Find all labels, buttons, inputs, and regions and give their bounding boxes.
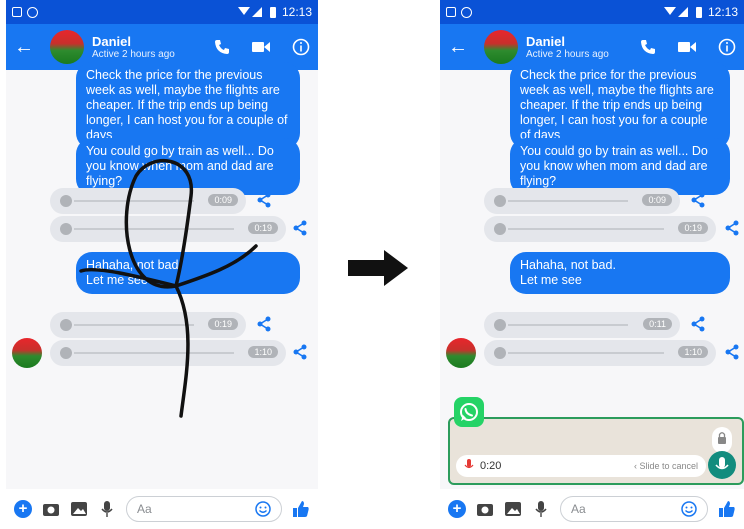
voice-message[interactable]: 0:19 <box>484 216 716 242</box>
plus-icon[interactable]: + <box>14 500 32 518</box>
right-phone-screen: 12:13 ← Daniel Active 2 hours ago Check … <box>440 0 744 529</box>
play-icon[interactable] <box>60 347 72 359</box>
transition-arrow <box>348 250 408 286</box>
input-placeholder: Aa <box>137 502 152 516</box>
video-call-icon[interactable] <box>678 40 696 54</box>
messenger-notification-icon <box>27 6 38 18</box>
voice-duration: 0:19 <box>678 222 708 234</box>
messenger-notification-icon <box>461 6 472 18</box>
message-text: You could go by train as well... Do you … <box>520 144 708 188</box>
thumbs-up-icon[interactable] <box>718 500 736 518</box>
signal-icon <box>237 7 262 17</box>
whatsapp-icon <box>454 397 484 427</box>
message-composer: + Aa <box>6 489 318 529</box>
message-input[interactable]: Aa <box>560 496 708 522</box>
voice-message[interactable]: 0:11 <box>484 312 680 338</box>
play-icon[interactable] <box>494 223 506 235</box>
phone-call-icon[interactable] <box>214 39 230 55</box>
recording-mic-icon <box>464 459 474 469</box>
whatsapp-recording-overlay: 0:20 ‹ Slide to cancel <box>448 417 744 485</box>
play-icon[interactable] <box>60 319 72 331</box>
lock-icon[interactable] <box>712 427 732 453</box>
contact-name[interactable]: Daniel <box>526 34 609 49</box>
status-time: 12:13 <box>707 5 738 19</box>
hand-drawn-gesture <box>79 159 258 418</box>
voice-duration: 1:10 <box>678 346 708 358</box>
play-icon[interactable] <box>494 195 506 207</box>
message-bubble[interactable]: You could go by train as well... Do you … <box>510 138 730 195</box>
whatsapp-mic-button[interactable] <box>708 451 736 479</box>
message-text: Hahaha, not bad. <box>520 258 616 272</box>
play-icon[interactable] <box>60 223 72 235</box>
message-bubble[interactable]: Check the price for the previous week as… <box>510 62 730 149</box>
microphone-icon[interactable] <box>98 500 116 518</box>
share-icon[interactable] <box>724 220 740 236</box>
status-time: 12:13 <box>281 5 312 19</box>
notification-icon <box>12 6 22 17</box>
back-arrow-icon[interactable]: ← <box>14 36 50 59</box>
message-composer: + Aa <box>440 489 744 529</box>
voice-message[interactable]: 1:10 <box>484 340 716 366</box>
avatar[interactable] <box>12 338 42 368</box>
video-call-icon[interactable] <box>252 40 270 54</box>
microphone-icon[interactable] <box>532 500 550 518</box>
play-icon[interactable] <box>494 347 506 359</box>
info-icon[interactable] <box>292 38 310 56</box>
message-input[interactable]: Aa <box>126 496 282 522</box>
notification-icon <box>446 6 456 17</box>
slide-to-cancel-label: Slide to cancel <box>639 461 698 471</box>
play-icon[interactable] <box>494 319 506 331</box>
message-text: Check the price for the previous week as… <box>86 68 288 142</box>
slide-to-cancel[interactable]: ‹ Slide to cancel <box>634 461 698 471</box>
plus-icon[interactable]: + <box>448 500 466 518</box>
thumbs-up-icon[interactable] <box>292 500 310 518</box>
emoji-icon[interactable] <box>255 501 271 517</box>
share-icon[interactable] <box>724 344 740 360</box>
info-icon[interactable] <box>718 38 736 56</box>
message-bubble[interactable]: Check the price for the previous week as… <box>76 62 300 149</box>
status-bar: 12:13 <box>6 0 318 24</box>
battery-icon <box>269 6 276 18</box>
back-arrow-icon[interactable]: ← <box>448 36 484 59</box>
avatar[interactable] <box>50 30 84 64</box>
signal-icon <box>663 7 688 17</box>
status-bar: 12:13 <box>440 0 744 24</box>
contact-status: Active 2 hours ago <box>526 49 609 60</box>
left-phone-screen: 12:13 ← Daniel Active 2 hours ago Check … <box>6 0 318 529</box>
message-text: Check the price for the previous week as… <box>520 68 714 142</box>
share-icon[interactable] <box>690 316 706 332</box>
recording-bar: 0:20 ‹ Slide to cancel <box>456 455 706 477</box>
emoji-icon[interactable] <box>681 501 697 517</box>
share-icon[interactable] <box>292 344 308 360</box>
share-icon[interactable] <box>690 192 706 208</box>
voice-message[interactable]: 0:09 <box>484 188 680 214</box>
contact-name[interactable]: Daniel <box>92 34 175 49</box>
comparison-stage: 12:13 ← Daniel Active 2 hours ago Check … <box>0 0 744 529</box>
battery-icon <box>695 6 702 18</box>
phone-call-icon[interactable] <box>640 39 656 55</box>
message-bubble[interactable]: Hahaha, not bad. Let me see <box>510 252 730 294</box>
camera-icon[interactable] <box>42 500 60 518</box>
chat-area: Check the price for the previous week as… <box>6 62 318 489</box>
input-placeholder: Aa <box>571 502 586 516</box>
voice-duration: 0:09 <box>642 194 672 206</box>
play-icon[interactable] <box>60 195 72 207</box>
avatar[interactable] <box>484 30 518 64</box>
avatar[interactable] <box>446 338 476 368</box>
contact-status: Active 2 hours ago <box>92 49 175 60</box>
message-text: Let me see <box>520 273 582 287</box>
gallery-icon[interactable] <box>504 500 522 518</box>
share-icon[interactable] <box>292 220 308 236</box>
camera-icon[interactable] <box>476 500 494 518</box>
gallery-icon[interactable] <box>70 500 88 518</box>
voice-duration: 0:11 <box>643 318 672 330</box>
recording-timer: 0:20 <box>480 460 502 472</box>
